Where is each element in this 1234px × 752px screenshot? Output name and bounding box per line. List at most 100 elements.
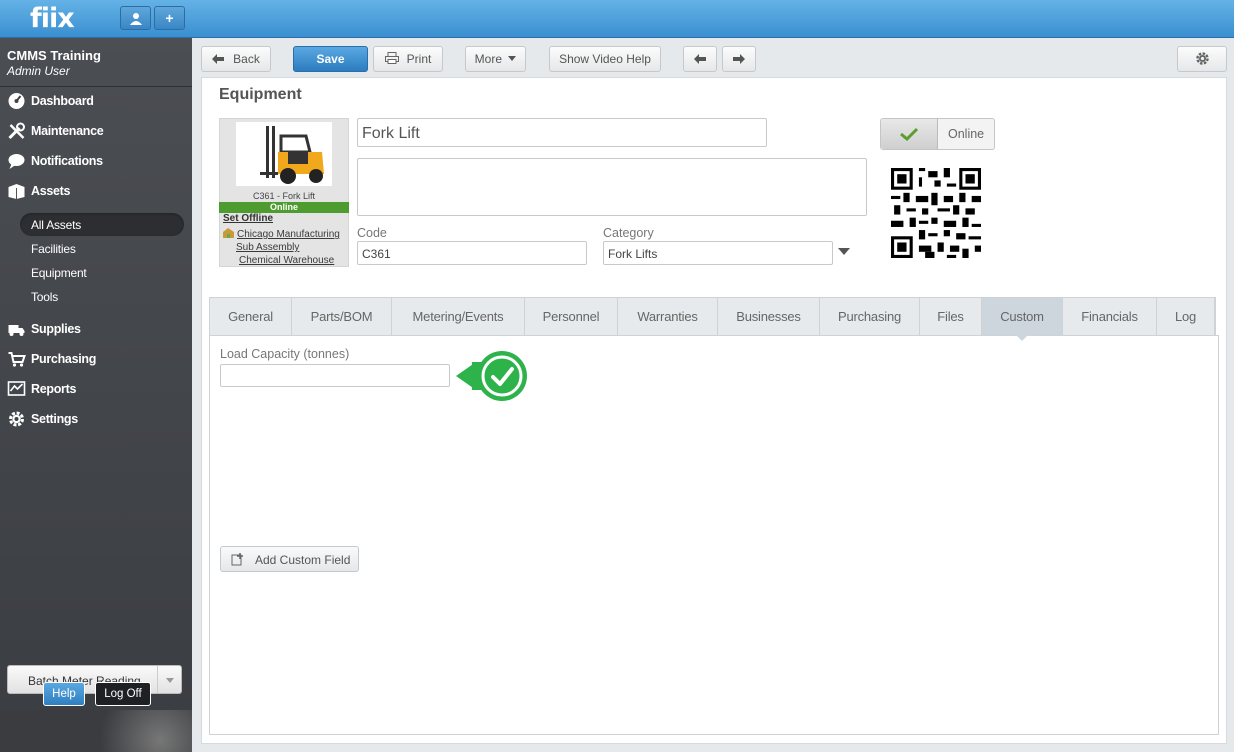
tab-purchasing[interactable]: Purchasing xyxy=(820,298,920,335)
user-icon xyxy=(129,13,142,25)
category-label: Category xyxy=(603,226,654,240)
sidebar-item-label: Purchasing xyxy=(31,352,97,366)
sidebar-item-assets[interactable]: Assets xyxy=(0,176,192,206)
equipment-name-field[interactable]: Fork Lift xyxy=(357,118,767,147)
save-button[interactable]: Save xyxy=(293,46,368,72)
tab-content xyxy=(209,335,1219,735)
app-logo[interactable]: fiix xyxy=(30,3,75,34)
tab-metering-events[interactable]: Metering/Events xyxy=(392,298,525,335)
sidebar-item-reports[interactable]: Reports xyxy=(0,374,192,404)
next-record-button[interactable] xyxy=(722,46,756,72)
sidebar-item-dashboard[interactable]: Dashboard xyxy=(0,86,192,116)
sidebar-item-label: Settings xyxy=(31,412,78,426)
sidebar-item-label: All Assets xyxy=(31,218,82,232)
more-button[interactable]: More xyxy=(465,46,526,72)
checkmark-icon xyxy=(900,127,919,141)
location-link[interactable]: Chicago Manufacturing xyxy=(237,229,340,240)
user-button[interactable] xyxy=(120,6,151,30)
print-label: Print xyxy=(406,52,432,66)
sidebar-item-label: Dashboard xyxy=(31,94,94,108)
arrow-left-icon xyxy=(694,54,706,64)
location-link[interactable]: Sub Assembly xyxy=(236,242,299,253)
add-custom-field-button[interactable]: Add Custom Field xyxy=(220,546,359,572)
status-badge: Online xyxy=(219,202,349,213)
user-name: Admin User xyxy=(7,64,70,78)
sidebar-item-purchasing[interactable]: Purchasing xyxy=(0,344,192,374)
load-capacity-input[interactable] xyxy=(220,364,450,387)
org-info: CMMS Training Admin User xyxy=(7,48,101,78)
tab-parts-bom[interactable]: Parts/BOM xyxy=(292,298,392,335)
sidebar-item-label: Maintenance xyxy=(31,124,104,138)
tab-financials[interactable]: Financials xyxy=(1063,298,1157,335)
tab-general[interactable]: General xyxy=(210,298,292,335)
tab-custom[interactable]: Custom xyxy=(982,298,1063,335)
online-toggle[interactable]: Online xyxy=(880,118,995,150)
chat-icon xyxy=(8,154,25,169)
description-field[interactable] xyxy=(357,158,867,216)
sidebar: CMMS Training Admin User Dashboard Maint… xyxy=(0,38,192,752)
sidebar-item-supplies[interactable]: Supplies xyxy=(0,314,192,344)
chevron-down-icon[interactable] xyxy=(838,248,850,255)
tools-icon xyxy=(8,122,25,140)
location-link[interactable]: Chemical Warehouse xyxy=(239,255,334,266)
boxes-icon xyxy=(8,184,25,199)
sidebar-item-label: Supplies xyxy=(31,322,81,336)
show-video-help-button[interactable]: Show Video Help xyxy=(549,46,661,72)
back-button[interactable]: Back xyxy=(201,46,271,72)
qr-code-icon[interactable] xyxy=(891,168,981,258)
sidebar-item-tools[interactable]: Tools xyxy=(20,285,184,308)
code-field[interactable]: C361 xyxy=(357,241,587,265)
top-bar: fiix + xyxy=(0,0,1234,38)
print-button[interactable]: Print xyxy=(373,46,443,72)
log-off-button[interactable]: Log Off xyxy=(95,682,151,706)
sidebar-footer xyxy=(0,710,192,752)
code-label: Code xyxy=(357,226,387,240)
custom-field-label: Load Capacity (tonnes) xyxy=(220,347,350,361)
chart-icon xyxy=(7,381,26,396)
cart-icon xyxy=(8,352,26,367)
sidebar-item-settings[interactable]: Settings xyxy=(0,404,192,434)
tab-personnel[interactable]: Personnel xyxy=(525,298,618,335)
gear-icon xyxy=(1195,52,1209,65)
sidebar-item-label: Equipment xyxy=(31,266,87,280)
active-tab-indicator xyxy=(1015,334,1029,341)
back-label: Back xyxy=(233,52,260,66)
tab-businesses[interactable]: Businesses xyxy=(718,298,820,335)
tab-warranties[interactable]: Warranties xyxy=(618,298,718,335)
building-icon xyxy=(223,228,234,238)
sidebar-item-facilities[interactable]: Facilities xyxy=(20,237,184,260)
toggle-state-label: Online xyxy=(948,127,985,141)
arrow-left-icon xyxy=(212,54,225,64)
tab-log[interactable]: Log xyxy=(1157,298,1215,335)
arrow-right-icon xyxy=(733,54,745,64)
dashboard-icon xyxy=(8,93,25,109)
gear-icon xyxy=(9,411,24,427)
help-button[interactable]: Help xyxy=(43,682,85,706)
sidebar-item-label: Reports xyxy=(31,382,77,396)
sidebar-item-all-assets[interactable]: All Assets xyxy=(20,213,184,236)
sidebar-item-maintenance[interactable]: Maintenance xyxy=(0,116,192,146)
forklift-icon xyxy=(260,126,324,184)
previous-record-button[interactable] xyxy=(683,46,717,72)
set-offline-link[interactable]: Set Offline xyxy=(223,213,273,224)
org-name: CMMS Training xyxy=(7,48,101,63)
sidebar-item-equipment[interactable]: Equipment xyxy=(20,261,184,284)
truck-icon xyxy=(8,325,25,336)
check-circle-icon xyxy=(456,351,527,401)
sidebar-item-label: Notifications xyxy=(31,154,103,168)
add-button[interactable]: + xyxy=(154,6,185,30)
sidebar-item-notifications[interactable]: Notifications xyxy=(0,146,192,176)
category-field[interactable]: Fork Lifts xyxy=(603,241,833,265)
sidebar-item-label: Facilities xyxy=(31,242,76,256)
tab-files[interactable]: Files xyxy=(920,298,982,335)
sidebar-item-label: Tools xyxy=(31,290,59,304)
page-title: Equipment xyxy=(219,86,302,103)
equipment-photo[interactable] xyxy=(236,122,332,186)
add-custom-field-label: Add Custom Field xyxy=(255,553,351,567)
chevron-down-icon[interactable] xyxy=(157,666,181,693)
sidebar-item-label: Assets xyxy=(31,184,71,198)
image-caption: C361 - Fork Lift xyxy=(252,191,316,201)
printer-icon xyxy=(384,52,399,64)
add-field-icon xyxy=(231,553,243,566)
settings-button[interactable] xyxy=(1177,46,1227,72)
